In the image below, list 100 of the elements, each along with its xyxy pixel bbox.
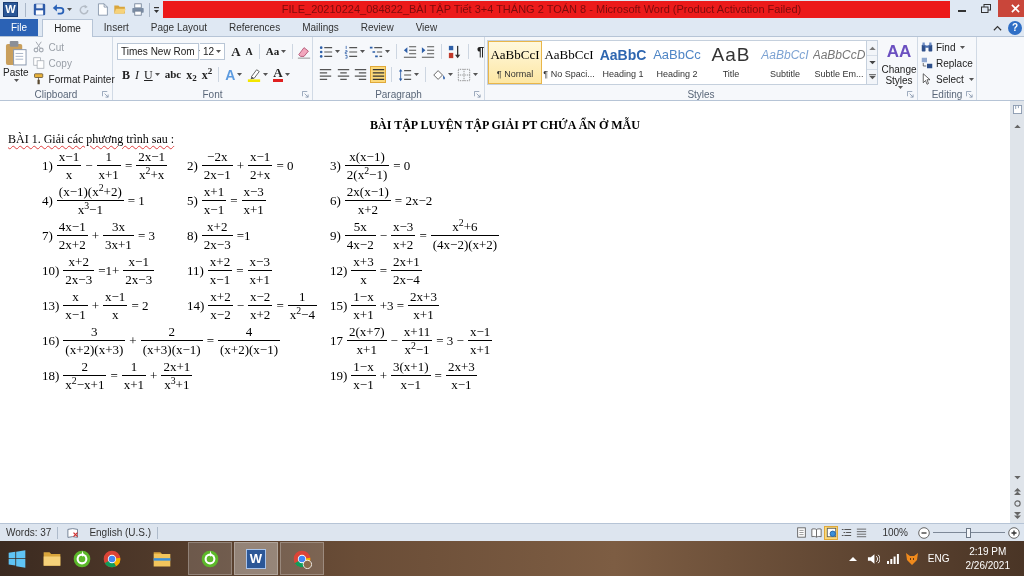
caret-icon [281, 50, 287, 53]
save-icon[interactable] [33, 3, 46, 16]
font-name-field[interactable]: Times New Rom [117, 43, 199, 60]
print-layout-button[interactable] [794, 525, 809, 540]
scroll-up-icon[interactable] [868, 45, 876, 50]
browse-object-icon[interactable] [1013, 500, 1021, 507]
subscript-button[interactable]: x$_{2}$ [184, 66, 199, 83]
change-styles-button[interactable]: AA Change Styles [880, 40, 918, 89]
undo-icon[interactable] [52, 3, 65, 16]
ruler-toggle-icon[interactable] [1012, 105, 1022, 114]
clock-date[interactable]: 2/26/2021 [965, 558, 1010, 573]
style-option[interactable]: AaBbCcI ¶ Normal [488, 41, 542, 84]
paste-button[interactable]: Paste [3, 37, 29, 89]
close-button[interactable] [998, 0, 1024, 17]
style-option[interactable]: AaBbCcI ¶ No Spaci... [542, 41, 596, 84]
scroll-up-arrow-icon[interactable] [1013, 124, 1021, 128]
align-lines-icon [336, 68, 350, 81]
zoom-out-icon[interactable] [918, 526, 930, 539]
ribbon-tab[interactable]: View [404, 19, 449, 36]
fraction-denominator: 2x−4 [391, 270, 422, 287]
underline-button[interactable]: U [142, 66, 162, 83]
start-button[interactable] [7, 548, 27, 569]
increase-indent-icon[interactable] [421, 44, 435, 59]
style-option[interactable]: AaBbCc Heading 2 [650, 41, 704, 84]
ribbon-tab[interactable]: References [218, 19, 292, 36]
select-button[interactable]: Select [921, 71, 974, 87]
superscript-button[interactable]: x$^{2}$ [199, 66, 215, 83]
fraction-numerator: 2 [167, 324, 176, 340]
decrease-indent-icon[interactable] [403, 44, 417, 59]
italic-button[interactable]: I [133, 66, 141, 83]
zoom-slider[interactable] [933, 527, 1005, 538]
show-marks-button[interactable]: ¶ [474, 43, 488, 60]
fraction-denominator: 4x−2 [344, 235, 376, 252]
taskbar-button[interactable] [280, 542, 324, 575]
ring-logo-icon[interactable] [72, 548, 92, 569]
language-status[interactable]: English (U.S.) [89, 525, 158, 540]
web-layout-button[interactable] [824, 525, 839, 540]
zoom-level[interactable]: 100% [882, 525, 908, 540]
taskbar-button[interactable]: W [234, 542, 278, 575]
sort-icon[interactable] [448, 44, 462, 59]
fox-icon[interactable] [904, 551, 919, 566]
scroll-down-icon[interactable] [868, 60, 876, 65]
align-left-button[interactable] [318, 66, 334, 83]
printer-icon[interactable] [131, 3, 145, 16]
draft-view-button[interactable] [854, 525, 869, 540]
equation-text: +3 = [379, 298, 405, 313]
style-option[interactable]: AaBbCcI Subtitle [758, 41, 812, 84]
equation-text: = [276, 298, 284, 313]
numbered-list-icon[interactable] [344, 44, 358, 59]
change-case-button[interactable]: Aa [263, 43, 289, 60]
clock-time[interactable]: 2:19 PM [969, 544, 1007, 559]
style-option[interactable]: AaBbC Heading 1 [596, 41, 650, 84]
ribbon-tab[interactable]: Home [42, 19, 93, 37]
taskbar-button[interactable] [188, 542, 232, 575]
multilevel-list-icon[interactable] [369, 44, 383, 59]
ribbon-tab[interactable]: Insert [92, 19, 140, 36]
ribbon-tab[interactable]: Page Layout [139, 19, 218, 36]
style-option[interactable]: AaB Title [704, 41, 758, 84]
word-count[interactable]: Words: 37 [0, 525, 58, 540]
app-logo[interactable]: W [3, 2, 18, 17]
ribbon-tab[interactable]: Review [349, 19, 405, 36]
reading-view-button[interactable] [809, 525, 824, 540]
clear-formatting-icon[interactable] [297, 44, 312, 59]
file-tab[interactable]: File [0, 19, 39, 36]
next-page-icon[interactable] [1013, 512, 1021, 519]
previous-page-icon[interactable] [1013, 488, 1021, 495]
fraction-numerator: x−3 [392, 219, 415, 235]
strikethrough-button[interactable]: abc [162, 66, 184, 83]
scroll-down-arrow-icon[interactable] [1013, 476, 1021, 480]
vertical-scrollbar[interactable] [1010, 101, 1024, 523]
font-color-button[interactable]: A [271, 66, 292, 83]
line-spacing-icon[interactable] [398, 67, 412, 82]
align-right-button[interactable] [352, 66, 369, 83]
justify-button[interactable] [370, 66, 386, 83]
speaker-icon[interactable] [866, 552, 880, 565]
more-styles-icon[interactable] [868, 74, 876, 81]
shrink-font-button[interactable]: A [243, 43, 255, 60]
replace-button[interactable]: Replace [921, 55, 973, 71]
bulleted-list-icon[interactable] [319, 44, 333, 59]
style-option[interactable]: AaBbCcD Subtle Em... [812, 41, 866, 84]
highlighter-icon[interactable] [247, 67, 262, 82]
ribbon-tab[interactable]: Mailings [291, 19, 350, 36]
customize-menu-icon[interactable] [154, 5, 159, 14]
tricolor-circle-icon[interactable] [102, 548, 122, 569]
zoom-in-icon[interactable] [1008, 526, 1020, 539]
keyboard-language[interactable]: ENG [927, 551, 950, 566]
help-button[interactable]: ? [1008, 20, 1022, 35]
format-painter-button[interactable]: Format Painter [32, 71, 115, 87]
fraction-denominator: x+2 [391, 235, 416, 252]
zoom-slider-thumb[interactable] [966, 527, 971, 538]
font-size-field[interactable]: 12 [200, 43, 226, 60]
find-button[interactable]: Find [921, 39, 966, 55]
show-hidden-icons-icon[interactable] [848, 556, 857, 561]
grow-font-button[interactable]: A [229, 43, 243, 60]
signal-bars-icon[interactable] [886, 553, 899, 564]
bold-button[interactable]: B [120, 66, 132, 83]
paint-bucket-icon[interactable] [432, 67, 446, 82]
align-center-button[interactable] [335, 66, 351, 83]
proofing-book-icon[interactable] [67, 526, 81, 539]
collapse-ribbon-icon[interactable] [993, 24, 1002, 31]
